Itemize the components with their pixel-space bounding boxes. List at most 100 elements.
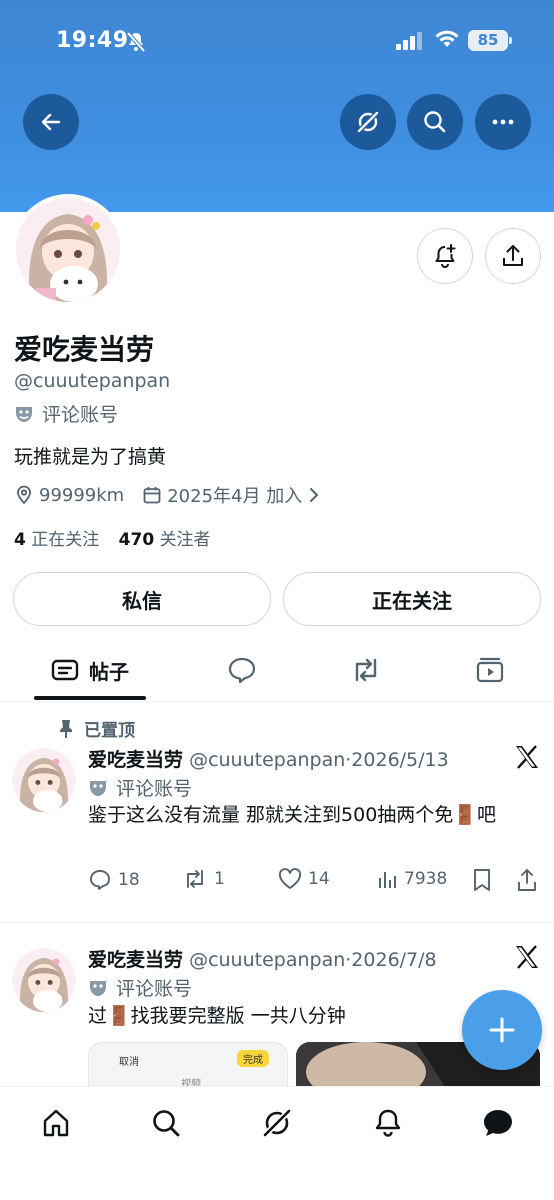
wifi-icon	[434, 29, 460, 53]
tab-posts[interactable]: 帖子	[34, 640, 146, 700]
bottom-navigation	[0, 1086, 554, 1200]
post-account-label: 评论账号	[88, 974, 192, 1001]
location-pin-icon	[17, 485, 31, 505]
active-tab-indicator	[34, 696, 146, 700]
pinned-label: 已置顶	[84, 721, 135, 741]
bookmark-button[interactable]	[472, 868, 492, 892]
post-avatar[interactable]	[12, 748, 76, 812]
views-chart-icon	[379, 872, 396, 888]
post-meta: @cuuutepanpan·2026/5/13	[189, 749, 449, 771]
tab-replies[interactable]	[212, 640, 272, 700]
following-stat[interactable]: 4 正在关注	[14, 530, 99, 550]
avatar-image	[16, 198, 120, 302]
posts-icon	[51, 659, 79, 681]
location-item: 99999km	[14, 485, 124, 506]
tab-media[interactable]	[460, 640, 520, 700]
post-author-name[interactable]: 爱吃麦当劳	[88, 749, 183, 771]
nav-grok[interactable]	[257, 1103, 297, 1143]
post-header: 爱吃麦当劳 @cuuutepanpan·2026/5/13	[88, 745, 449, 772]
media-done-text: 完成	[237, 1050, 269, 1067]
chat-bubble-icon	[484, 1110, 512, 1136]
silent-mode-icon	[124, 30, 148, 58]
more-options-button[interactable]	[475, 94, 531, 150]
post-account-label-text: 评论账号	[116, 778, 193, 800]
calendar-icon	[143, 487, 161, 504]
masks-icon	[90, 980, 106, 996]
nav-messages[interactable]	[478, 1103, 518, 1143]
back-button[interactable]	[23, 94, 79, 150]
repost-count: 1	[214, 869, 225, 889]
repost-button[interactable]: 1	[182, 868, 225, 890]
following-label: 正在关注	[31, 530, 100, 550]
tab-posts-label: 帖子	[89, 659, 129, 684]
repost-icon	[187, 870, 203, 888]
followers-count: 470	[118, 530, 155, 550]
search-icon	[424, 111, 446, 133]
post-meta: @cuuutepanpan·2026/7/8	[189, 949, 437, 971]
post-avatar[interactable]	[12, 948, 76, 1012]
media-cancel-text: 取消	[119, 1057, 139, 1068]
views-button[interactable]: 7938	[376, 868, 447, 890]
post-actions: 18 1 14 7938	[88, 868, 540, 898]
post-author-name[interactable]: 爱吃麦当劳	[88, 949, 183, 971]
grok-icon	[357, 111, 379, 133]
share-post-button[interactable]	[516, 868, 538, 892]
nav-home[interactable]	[36, 1103, 76, 1143]
pinned-indicator: 已置顶	[58, 716, 135, 741]
share-icon	[503, 245, 523, 266]
chevron-right-icon	[310, 488, 319, 502]
compose-button[interactable]	[462, 990, 542, 1070]
pin-icon	[60, 719, 72, 738]
profile-name: 爱吃麦当劳	[14, 333, 155, 366]
nav-explore[interactable]	[146, 1103, 186, 1143]
status-bar: 19:49 85	[0, 0, 554, 80]
profile-tabs: 帖子	[0, 640, 554, 702]
status-time: 19:49	[56, 28, 129, 53]
grok-button[interactable]	[340, 94, 396, 150]
joined-item[interactable]: 2025年4月 加入	[142, 482, 321, 508]
message-button[interactable]: 私信	[13, 572, 271, 626]
following-button[interactable]: 正在关注	[283, 572, 541, 626]
battery-level: 85	[477, 31, 499, 49]
tab-reposts[interactable]	[336, 640, 396, 700]
nav-notifications[interactable]	[368, 1103, 408, 1143]
notifications-subscribe-button[interactable]	[417, 228, 473, 284]
repost-icon	[355, 658, 377, 682]
location-text: 99999km	[39, 484, 125, 506]
bell-icon	[375, 1109, 401, 1137]
reply-count: 18	[118, 870, 140, 890]
reply-button[interactable]: 18	[88, 868, 140, 892]
views-count: 7938	[404, 869, 448, 889]
bell-plus-icon	[435, 244, 456, 268]
profile-handle: @cuuutepanpan	[14, 370, 171, 392]
bookmark-icon	[474, 869, 490, 891]
profile-bio: 玩推就是为了搞黄	[14, 446, 167, 468]
x-logo-icon	[516, 945, 538, 969]
search-button[interactable]	[407, 94, 463, 150]
post-text: 鉴于这么没有流量 那就关注到500抽两个免🚪吧	[88, 804, 496, 826]
like-count: 14	[308, 869, 330, 889]
battery-indicator: 85	[468, 30, 512, 51]
followers-label: 关注者	[159, 530, 211, 550]
profile-avatar[interactable]	[12, 194, 124, 306]
reply-icon	[228, 657, 256, 684]
follow-stats: 4 正在关注 470 关注者	[14, 525, 211, 550]
profile-meta: 99999km 2025年4月 加入	[14, 482, 339, 508]
like-button[interactable]: 14	[278, 868, 330, 890]
account-label-text: 评论账号	[42, 404, 119, 426]
cellular-signal-icon	[396, 32, 424, 54]
followers-stat[interactable]: 470 关注者	[119, 530, 211, 550]
reply-icon	[90, 870, 110, 890]
home-icon	[43, 1109, 69, 1137]
grok-icon	[262, 1108, 292, 1138]
following-count: 4	[14, 530, 26, 550]
heart-icon	[278, 868, 302, 889]
account-label: 评论账号	[14, 400, 118, 427]
plus-icon	[489, 1017, 515, 1043]
share-icon	[518, 869, 536, 891]
post-media-screenshot[interactable]: 取消 完成 视频	[88, 1042, 288, 1088]
more-horizontal-icon	[492, 119, 514, 125]
share-profile-button[interactable]	[485, 228, 541, 284]
search-icon	[153, 1110, 180, 1137]
media-icon	[476, 657, 504, 683]
